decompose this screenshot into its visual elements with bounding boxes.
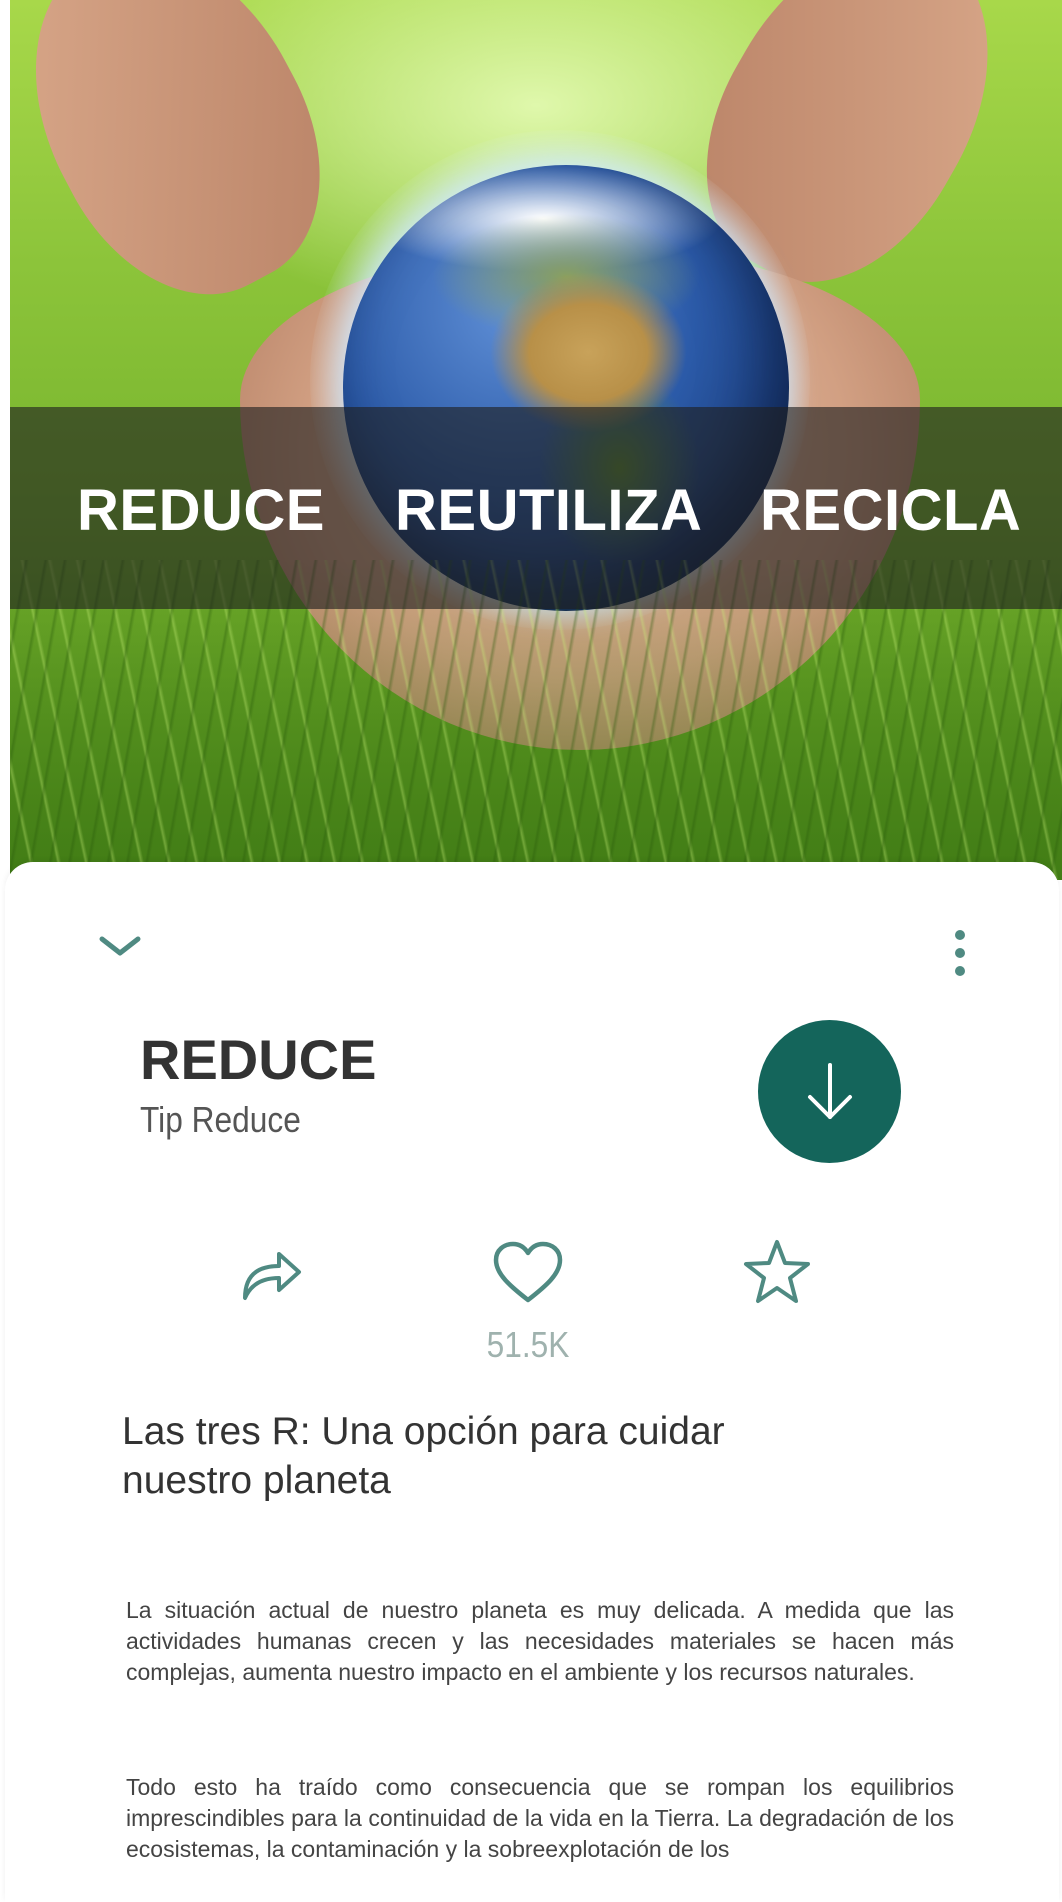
detail-sheet: REDUCE Tip Reduce 51.5K Las tres R: Una … (5, 862, 1059, 1902)
like-button[interactable] (490, 1240, 566, 1306)
star-icon (744, 1240, 810, 1303)
share-icon (243, 1252, 301, 1300)
download-button[interactable] (758, 1020, 901, 1163)
chevron-down-icon (99, 936, 141, 956)
more-options-button[interactable] (945, 927, 975, 983)
banner-word-reduce: REDUCE (77, 478, 325, 543)
left-arm (10, 0, 370, 338)
banner-word-recicla: RECICLA (760, 478, 1022, 543)
arrow-down-icon (807, 1062, 852, 1119)
share-button[interactable] (237, 1242, 307, 1306)
article-paragraph: Todo esto ha traído como consecuencia qu… (126, 1774, 954, 1862)
collapse-button[interactable] (90, 927, 150, 967)
page-title: REDUCE (140, 1028, 377, 1091)
banner-word-reutiliza: REUTILIZA (395, 478, 703, 543)
more-vertical-icon (955, 930, 965, 976)
like-count: 51.5K (486, 1324, 570, 1365)
page-subtitle: Tip Reduce (140, 1099, 301, 1140)
article-title: Las tres R: Una opción para cuidar nuest… (122, 1410, 725, 1502)
heart-icon (493, 1241, 563, 1303)
favorite-button[interactable] (742, 1238, 812, 1306)
article-paragraph: La situación actual de nuestro planeta e… (126, 1597, 954, 1685)
hero-banner: REDUCE REUTILIZA RECICLA (10, 407, 1062, 609)
